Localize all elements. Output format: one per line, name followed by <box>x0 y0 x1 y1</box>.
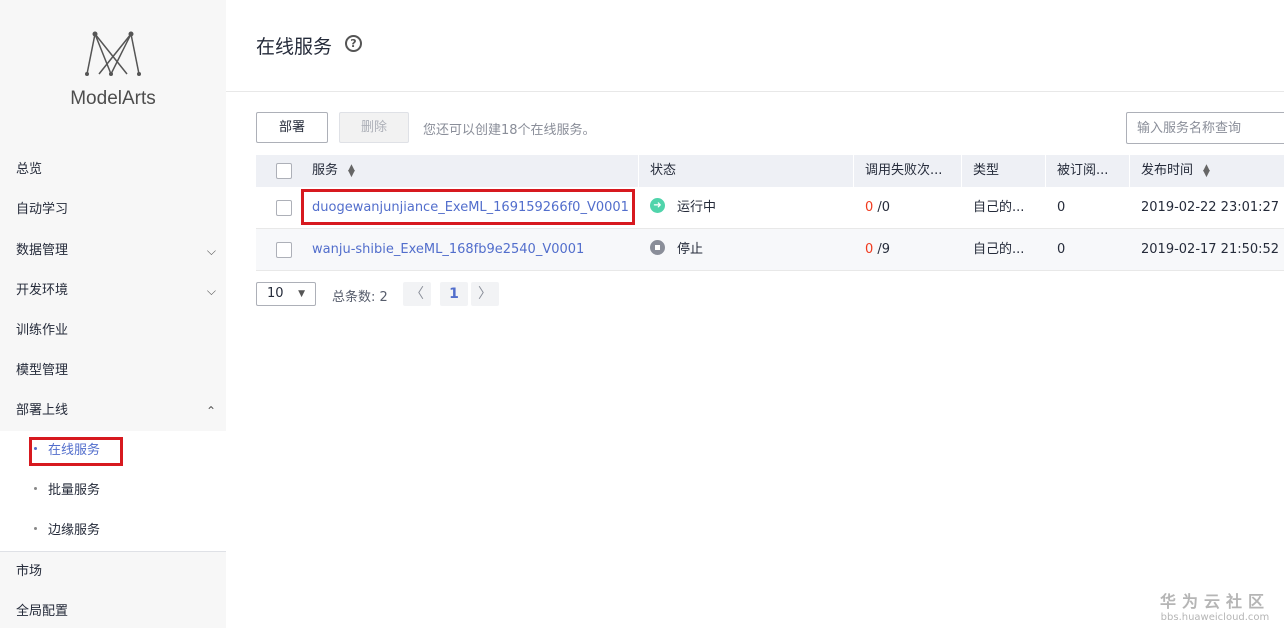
sidebar-item-label: 数据管理 <box>16 243 69 258</box>
column-separator <box>1045 155 1046 187</box>
page-title: 在线服务 <box>256 36 333 58</box>
row-checkbox[interactable] <box>276 200 292 216</box>
app-name: ModelArts <box>70 88 156 109</box>
sidebar-item-overview[interactable]: 总览 <box>0 150 226 190</box>
help-icon[interactable]: ? <box>345 35 362 52</box>
row-checkbox[interactable] <box>276 242 292 258</box>
type-cell: 自己的... <box>973 200 1025 215</box>
total-count-label: 总条数: 2 <box>332 290 388 305</box>
column-separator <box>853 155 854 187</box>
column-header-publish-time[interactable]: 发布时间 ▲ ▼ <box>1141 155 1284 187</box>
modelarts-logo-icon <box>85 31 141 76</box>
fail-count: 0 <box>865 200 874 215</box>
main-content: 在线服务 ? 部署 删除 您还可以创建18个在线服务。 服务 ▲▼ 状态 调用失败… <box>226 0 1284 628</box>
running-arrow-icon: ➜ <box>650 198 665 213</box>
header-divider <box>226 91 1284 92</box>
subscribed-cell: 0 <box>1057 242 1066 257</box>
bullet-icon <box>34 487 37 490</box>
sidebar-item-label: 总览 <box>16 162 43 177</box>
status-cell: ➜ 运行中 <box>650 187 850 229</box>
prev-page-button[interactable]: 〈 <box>403 282 431 306</box>
watermark-url: bbs.huaweicloud.com <box>1160 612 1270 623</box>
chevron-down-icon: ⌵ <box>206 244 216 258</box>
sidebar-item-data-management[interactable]: 数据管理 ⌵ <box>0 231 226 271</box>
sidebar-item-model-management[interactable]: 模型管理 <box>0 351 226 391</box>
column-label: 服务 <box>312 163 339 178</box>
service-name-link[interactable]: wanju-shibie_ExeML_168fb9e2540_V0001 <box>312 229 637 271</box>
column-separator <box>638 155 639 187</box>
delete-button[interactable]: 删除 <box>339 112 409 143</box>
page-number-button[interactable]: 1 <box>440 282 468 306</box>
sidebar: ModelArts 总览 自动学习 数据管理 ⌵ 开发环境 ⌵ 训练作业 模型管理 … <box>0 0 226 628</box>
fail-count-cell: 0 /0 <box>865 187 960 229</box>
fail-count-cell: 0 /9 <box>865 229 960 271</box>
watermark-title: 华为云社区 <box>1159 592 1270 611</box>
chevron-up-icon: ⌃ <box>205 404 216 418</box>
bullet-icon <box>34 527 37 530</box>
column-label: 发布时间 <box>1141 163 1194 178</box>
quota-hint: 您还可以创建18个在线服务。 <box>423 123 596 138</box>
page-size-select[interactable]: 10 ▼ <box>256 282 316 306</box>
select-all-checkbox[interactable] <box>276 163 292 179</box>
sidebar-item-label: 模型管理 <box>16 363 69 378</box>
sidebar-subitem-label: 批量服务 <box>48 483 101 498</box>
sort-icon[interactable]: ▲ ▼ <box>348 163 355 178</box>
column-separator <box>1129 155 1130 187</box>
sidebar-item-deployment[interactable]: 部署上线 ⌃ <box>0 391 226 431</box>
column-header-type: 类型 <box>973 163 1000 178</box>
sort-icon[interactable]: ▲ ▼ <box>1203 163 1210 178</box>
column-separator <box>961 155 962 187</box>
search-input[interactable] <box>1126 112 1284 144</box>
sidebar-item-label: 训练作业 <box>16 323 69 338</box>
fail-count: 0 <box>865 242 874 257</box>
type-cell: 自己的... <box>973 242 1025 257</box>
chevron-down-icon: ⌵ <box>206 284 216 298</box>
sidebar-item-training-jobs[interactable]: 训练作业 <box>0 311 226 351</box>
stop-icon <box>650 240 665 255</box>
column-header-fail-count: 调用失败次... <box>865 163 943 178</box>
sidebar-item-label: 自动学习 <box>16 202 69 217</box>
logo: ModelArts <box>0 30 226 110</box>
watermark: 华为云社区 bbs.huaweicloud.com <box>1160 588 1270 623</box>
highlight-box <box>29 437 123 466</box>
sidebar-item-dev-env[interactable]: 开发环境 ⌵ <box>0 271 226 311</box>
sidebar-item-label: 部署上线 <box>16 403 69 418</box>
subscribed-cell: 0 <box>1057 200 1066 215</box>
sidebar-item-label: 全局配置 <box>16 604 69 619</box>
sidebar-subitem-edge-service[interactable]: 边缘服务 <box>0 511 226 551</box>
table-row: wanju-shibie_ExeML_168fb9e2540_V0001 停止 … <box>256 229 1284 271</box>
publish-time-cell: 2019-02-17 21:50:52 <box>1141 242 1280 257</box>
sidebar-item-market[interactable]: 市场 <box>0 552 226 592</box>
sidebar-item-label: 开发环境 <box>16 283 69 298</box>
sidebar-item-auto-learning[interactable]: 自动学习 <box>0 190 226 230</box>
highlight-box <box>301 189 635 225</box>
total-count: /0 <box>877 200 891 215</box>
table-header: 服务 ▲ ▼ 状态 调用失败次... 类型 被订阅... 发布时间 ▲ ▼ <box>256 155 1284 187</box>
column-header-service[interactable]: 服务 ▲ ▼ <box>312 155 632 187</box>
column-header-subscribed: 被订阅... <box>1057 163 1109 178</box>
publish-time-cell: 2019-02-22 23:01:27 <box>1141 200 1280 215</box>
status-text: 停止 <box>677 242 704 257</box>
total-count: /9 <box>877 242 891 257</box>
next-page-button[interactable]: 〉 <box>471 282 499 306</box>
sidebar-item-global-config[interactable]: 全局配置 <box>0 592 226 632</box>
sidebar-subitem-label: 边缘服务 <box>48 523 101 538</box>
page-size-value: 10 <box>267 286 284 301</box>
status-cell: 停止 <box>650 229 850 271</box>
deploy-button[interactable]: 部署 <box>256 112 328 143</box>
sidebar-item-label: 市场 <box>16 564 43 579</box>
status-text: 运行中 <box>677 200 717 215</box>
sidebar-subitem-batch-service[interactable]: 批量服务 <box>0 471 226 511</box>
column-header-status: 状态 <box>650 163 677 178</box>
caret-down-icon: ▼ <box>298 289 305 299</box>
